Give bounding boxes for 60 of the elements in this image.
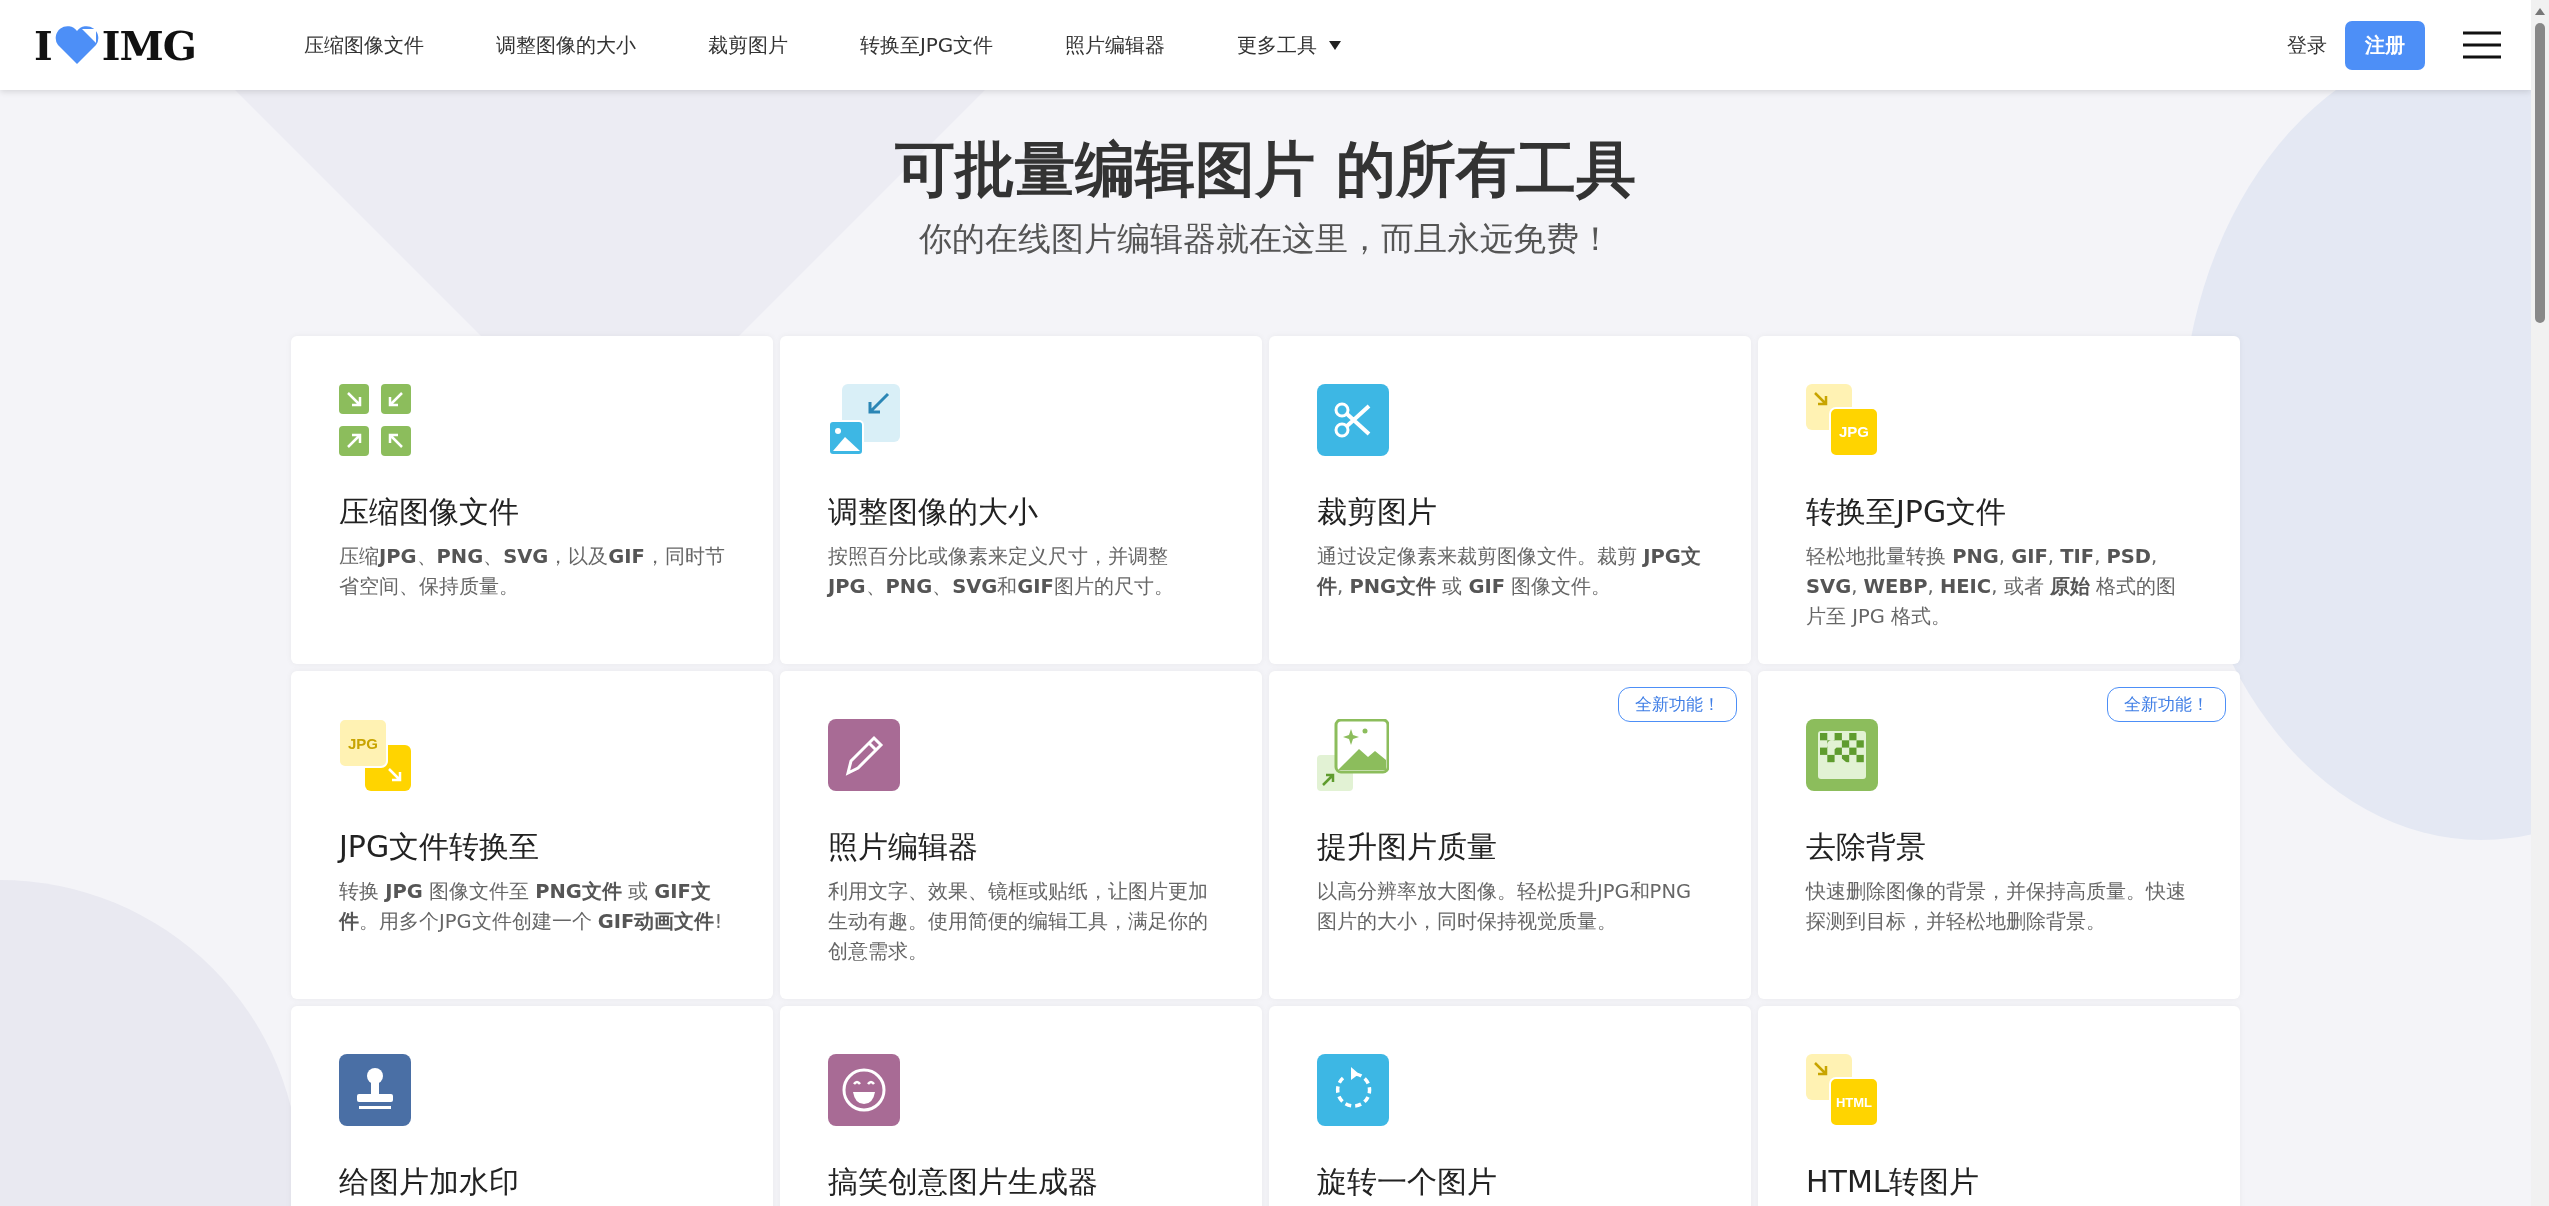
remove-background-icon (1806, 719, 1878, 791)
tool-title: 提升图片质量 (1317, 829, 1498, 865)
tool-card[interactable]: 压缩图像文件 压缩JPG、PNG、SVG，以及GIF，同时节省空间、保持质量。 (291, 336, 773, 664)
tool-title: HTML转图片 (1806, 1164, 1981, 1200)
nav-link[interactable]: 更多工具 (1201, 31, 1378, 59)
caret-icon (1329, 40, 1342, 50)
tool-card[interactable]: 旋转一个图片 (1269, 1006, 1751, 1206)
tool-title: 调整图像的大小 (828, 494, 1039, 530)
tool-title: 压缩图像文件 (339, 494, 520, 530)
tool-title: 给图片加水印 (339, 1164, 520, 1200)
nav-link[interactable]: 调整图像的大小 (459, 31, 672, 59)
resize-image-icon (828, 384, 900, 456)
tool-description: 轻松地批量转换 PNG, GIF, TIF, PSD, SVG, WEBP, HEIC, 或者 原始 格式的图片至 JPG 格式。 (1806, 544, 2177, 630)
tool-title: 照片编辑器 (828, 829, 979, 865)
tool-card[interactable]: 裁剪图片 通过设定像素来裁剪图像文件。裁剪 JPG文件, PNG文件 或 GIF 图像文件。 (1269, 336, 1751, 664)
tool-card[interactable]: 全新功能！ 提升图片质量 以高分辨率放大图像。轻松提升JPG和PNG图片的大小，同时保持视觉质量。 (1269, 671, 1751, 999)
tool-card[interactable]: 全新功能！ 去除背景 快速删除图像的背景，并保持高质量。快速探测到目标，并轻松地删除背景。 (1758, 671, 2240, 999)
new-feature-tag: 全新功能！ (1618, 687, 1737, 722)
tool-card[interactable]: 照片编辑器 利用文字、效果、镜框或贴纸，让图片更加生动有趣。使用简便的编辑工具，满足你的创意需求。 (780, 671, 1262, 999)
tool-card[interactable]: JPG JPG文件转换至 转换 JPG 图像文件至 PNG文件 或 GIF文件。用多个JPG文件创建一个 GIF动画文件! (291, 671, 773, 999)
scroll-up-icon[interactable] (2535, 8, 2545, 15)
tool-card[interactable]: 给图片加水印 (291, 1006, 773, 1206)
page-subtitle: 你的在线图片编辑器就在这里，而且永远免费！ (919, 218, 1612, 260)
login-link[interactable]: 登录 (2287, 31, 2327, 59)
compress-arrows-icon (339, 384, 411, 456)
tool-card[interactable]: 搞笑创意图片生成器 (780, 1006, 1262, 1206)
tool-title: 搞笑创意图片生成器 (828, 1164, 1099, 1200)
page-heading: 可批量编辑图片 的所有工具 (895, 133, 1636, 206)
tool-title: JPG文件转换至 (339, 829, 541, 865)
upscale-image-icon (1317, 719, 1389, 791)
tool-title: 去除背景 (1806, 829, 1927, 865)
tool-description: 通过设定像素来裁剪图像文件。裁剪 JPG文件, PNG文件 或 GIF 图像文件。 (1317, 544, 1702, 600)
tool-description: 按照百分比或像素来定义尺寸，并调整JPG、PNG、SVG和GIF图片的尺寸。 (828, 544, 1175, 600)
scrollbar[interactable] (2531, 0, 2549, 1206)
scrollbar-thumb[interactable] (2535, 23, 2545, 323)
new-feature-tag: 全新功能！ (2107, 687, 2226, 722)
rotate-icon (1317, 1054, 1389, 1126)
nav-link[interactable]: 压缩图像文件 (267, 31, 460, 59)
nav-link[interactable]: 照片编辑器 (1029, 31, 1202, 59)
tool-card[interactable]: HTML HTML转图片 (1758, 1006, 2240, 1206)
pencil-icon (828, 719, 900, 791)
tool-description: 快速删除图像的背景，并保持高质量。快速探测到目标，并轻松地删除背景。 (1806, 879, 2187, 935)
nav-link[interactable]: 转换至JPG文件 (823, 31, 1030, 59)
nav-link[interactable]: 裁剪图片 (671, 31, 824, 59)
logo-text[interactable]: IMG (101, 21, 196, 69)
tool-title: 裁剪图片 (1317, 494, 1438, 530)
tool-title: 转换至JPG文件 (1806, 494, 2008, 530)
tool-card[interactable]: JPG 转换至JPG文件 轻松地批量转换 PNG, GIF, TIF, PSD, SVG, WEBP, HEIC, 或者 原始 格式的图片至 JPG 格式。 (1758, 336, 2240, 664)
laughing-face-icon (828, 1054, 900, 1126)
tool-description: 以高分辨率放大图像。轻松提升JPG和PNG图片的大小，同时保持视觉质量。 (1317, 879, 1693, 935)
tool-description: 利用文字、效果、镜框或贴纸，让图片更加生动有趣。使用简便的编辑工具，满足你的创意需求。 (828, 879, 1209, 965)
tool-description: 压缩JPG、PNG、SVG，以及GIF，同时节省空间、保持质量。 (339, 544, 725, 600)
logo-text[interactable]: I (34, 21, 52, 69)
tool-description: 转换 JPG 图像文件至 PNG文件 或 GIF文件。用多个JPG文件创建一个 GIF动画文件! (339, 879, 724, 935)
stamp-icon (339, 1054, 411, 1126)
menu-icon[interactable] (2463, 31, 2501, 59)
tool-card[interactable]: 调整图像的大小 按照百分比或像素来定义尺寸，并调整JPG、PNG、SVG和GIF图片的尺寸。 (780, 336, 1262, 664)
scissors-icon (1317, 384, 1389, 456)
heart-logo-icon (53, 25, 100, 65)
tool-title: 旋转一个图片 (1317, 1164, 1498, 1200)
